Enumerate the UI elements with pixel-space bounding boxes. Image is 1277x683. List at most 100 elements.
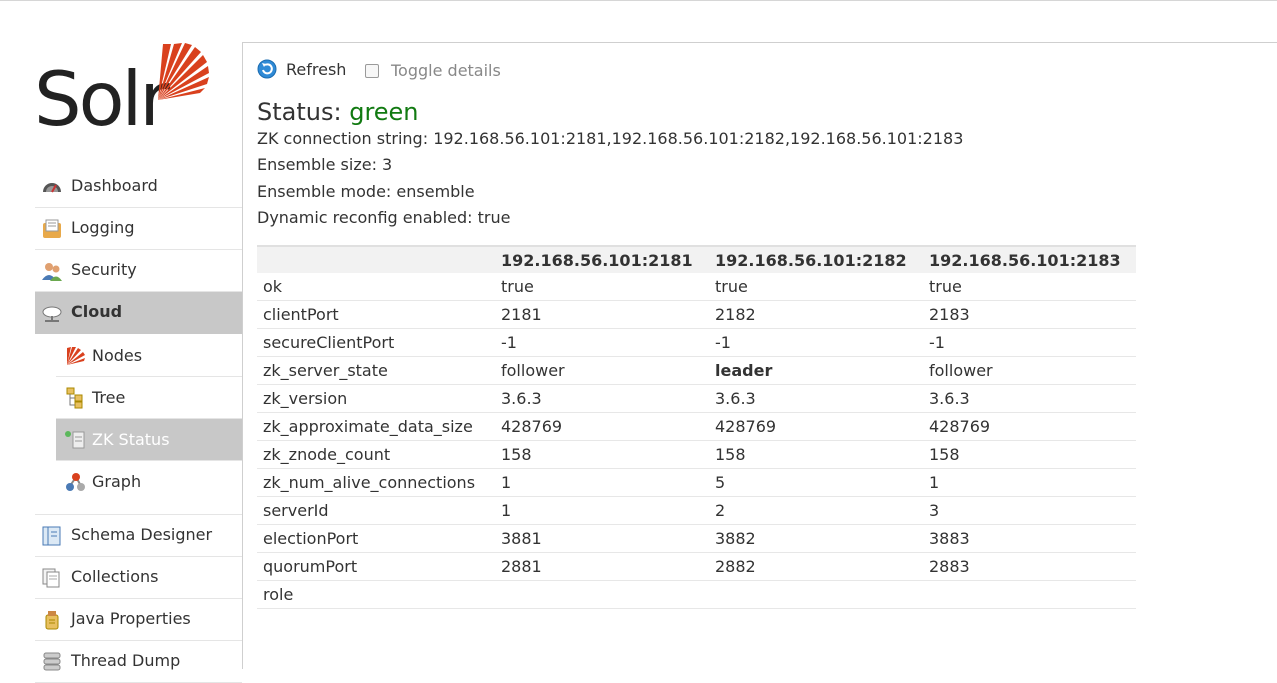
sidebar-item-collections[interactable]: Collections bbox=[35, 557, 242, 599]
table-cell: 1 bbox=[923, 468, 1136, 497]
table-cell: 3.6.3 bbox=[495, 384, 709, 413]
table-cell: 428769 bbox=[709, 412, 923, 441]
sidebar-subitem-label: ZK Status bbox=[92, 430, 170, 449]
table-cell: 1 bbox=[495, 496, 709, 525]
sidebar-subitem-graph[interactable]: Graph bbox=[56, 461, 242, 502]
sidebar-item-label: Collections bbox=[71, 567, 159, 586]
refresh-button[interactable]: Refresh bbox=[257, 59, 346, 79]
table-header-cell: 192.168.56.101:2182 bbox=[709, 245, 923, 273]
table-cell: 158 bbox=[709, 440, 923, 469]
row-label-cell: ok bbox=[257, 273, 495, 301]
table-cell: leader bbox=[709, 356, 923, 385]
table-cell bbox=[923, 580, 1136, 609]
top-border bbox=[0, 0, 1277, 1]
table-cell bbox=[495, 580, 709, 609]
table-cell: -1 bbox=[709, 328, 923, 357]
solr-sun-icon bbox=[158, 43, 209, 100]
sidebar-item-thread-dump[interactable]: Thread Dump bbox=[35, 641, 242, 683]
table-header-cell: 192.168.56.101:2183 bbox=[923, 245, 1136, 273]
sidebar-subitem-tree[interactable]: Tree bbox=[56, 377, 242, 419]
table-cell: true bbox=[709, 273, 923, 301]
sidebar-item-dashboard[interactable]: Dashboard bbox=[35, 166, 242, 208]
table-cell: true bbox=[495, 273, 709, 301]
table-row: zk_approximate_data_size 428769 428769 4287… bbox=[257, 412, 1136, 441]
tree-icon bbox=[66, 387, 83, 409]
toggle-details-checkbox[interactable] bbox=[365, 63, 379, 78]
row-label-cell: quorumPort bbox=[257, 552, 495, 581]
table-cell: 158 bbox=[495, 440, 709, 469]
sidebar-item-label: Thread Dump bbox=[71, 651, 181, 670]
collections-icon bbox=[42, 568, 60, 588]
sidebar-item-java-properties[interactable]: Java Properties bbox=[35, 599, 242, 641]
row-label-cell: role bbox=[257, 580, 495, 609]
nodes-icon bbox=[67, 347, 85, 365]
status-value: green bbox=[349, 98, 419, 126]
sidebar-subitem-label: Nodes bbox=[92, 346, 143, 365]
table-row: ok true true true bbox=[257, 273, 1136, 301]
sidebar-subitem-zk-status[interactable]: ZK Status bbox=[56, 419, 242, 461]
sidebar-item-schema-designer[interactable]: Schema Designer bbox=[35, 514, 242, 557]
table-cell: 428769 bbox=[923, 412, 1136, 441]
table-header-cell: 192.168.56.101:2181 bbox=[495, 245, 709, 273]
table-cell: 1 bbox=[495, 468, 709, 497]
zk-status-heading: Status: green bbox=[257, 98, 419, 126]
sidebar-item-logging[interactable]: Logging bbox=[35, 208, 242, 250]
table-cell: 3883 bbox=[923, 524, 1136, 553]
row-label-cell: serverId bbox=[257, 496, 495, 525]
table-body: ok true true true clientPort 2181 2182 2183 secu… bbox=[257, 273, 1136, 609]
sidebar-subitem-nodes[interactable]: Nodes bbox=[56, 335, 242, 377]
table-cell: 2183 bbox=[923, 300, 1136, 329]
ensemble-size: Ensemble size: 3 bbox=[257, 155, 393, 174]
java-properties-icon bbox=[45, 611, 59, 630]
table-cell: 2881 bbox=[495, 552, 709, 581]
zk-status-table: 192.168.56.101:2181 192.168.56.101:2182 … bbox=[257, 245, 1136, 609]
refresh-icon bbox=[257, 59, 277, 79]
table-row: zk_server_state follower leader follower bbox=[257, 356, 1136, 385]
row-label-cell: zk_version bbox=[257, 384, 495, 413]
table-row: electionPort 3881 3882 3883 bbox=[257, 524, 1136, 553]
table-cell: 158 bbox=[923, 440, 1136, 469]
refresh-label: Refresh bbox=[286, 59, 347, 79]
ensemble-mode: Ensemble mode: ensemble bbox=[257, 182, 475, 201]
table-row: zk_version 3.6.3 3.6.3 3.6.3 bbox=[257, 384, 1136, 413]
table-cell: -1 bbox=[923, 328, 1136, 357]
table-row: serverId 1 2 3 bbox=[257, 496, 1136, 525]
dashboard-icon bbox=[43, 183, 61, 193]
table-cell: 3881 bbox=[495, 524, 709, 553]
thread-dump-icon bbox=[43, 652, 61, 671]
sidebar-menu: Dashboard Logging Security Cloud Nodes T… bbox=[35, 166, 242, 683]
table-cell: 3.6.3 bbox=[923, 384, 1136, 413]
table-header-cell bbox=[257, 245, 495, 273]
table-cell: 3.6.3 bbox=[709, 384, 923, 413]
table-cell: 428769 bbox=[495, 412, 709, 441]
sidebar-item-cloud[interactable]: Cloud bbox=[35, 292, 242, 334]
schema-designer-icon bbox=[42, 526, 61, 546]
zk-connection-string: ZK connection string: 192.168.56.101:218… bbox=[257, 129, 964, 148]
sidebar-item-label: Security bbox=[71, 260, 137, 279]
row-label-cell: zk_approximate_data_size bbox=[257, 412, 495, 441]
dynamic-reconfig: Dynamic reconfig enabled: true bbox=[257, 208, 511, 227]
row-label-cell: electionPort bbox=[257, 524, 495, 553]
row-label-cell: zk_server_state bbox=[257, 356, 495, 385]
solr-logo[interactable]: Solr bbox=[34, 40, 214, 137]
zk-status-icon bbox=[65, 431, 85, 449]
cloud-icon bbox=[42, 306, 62, 322]
table-cell: follower bbox=[495, 356, 709, 385]
table-cell: follower bbox=[923, 356, 1136, 385]
table-cell: true bbox=[923, 273, 1136, 301]
sidebar-item-security[interactable]: Security bbox=[35, 250, 242, 292]
table-row: quorumPort 2881 2882 2883 bbox=[257, 552, 1136, 581]
table-row: zk_num_alive_connections 1 5 1 bbox=[257, 468, 1136, 497]
table-cell: 2883 bbox=[923, 552, 1136, 581]
table-cell: 3 bbox=[923, 496, 1136, 525]
table-cell bbox=[709, 580, 923, 609]
toggle-details-label: Toggle details bbox=[391, 61, 501, 80]
table-row: secureClientPort -1 -1 -1 bbox=[257, 328, 1136, 357]
table-row: zk_znode_count 158 158 158 bbox=[257, 440, 1136, 469]
toggle-details[interactable]: Toggle details bbox=[365, 61, 501, 80]
table-cell: 3882 bbox=[709, 524, 923, 553]
sidebar-item-label: Dashboard bbox=[71, 176, 158, 195]
sidebar-item-label: Logging bbox=[71, 218, 135, 237]
sidebar-subitem-label: Graph bbox=[92, 472, 142, 491]
table-cell: -1 bbox=[495, 328, 709, 357]
